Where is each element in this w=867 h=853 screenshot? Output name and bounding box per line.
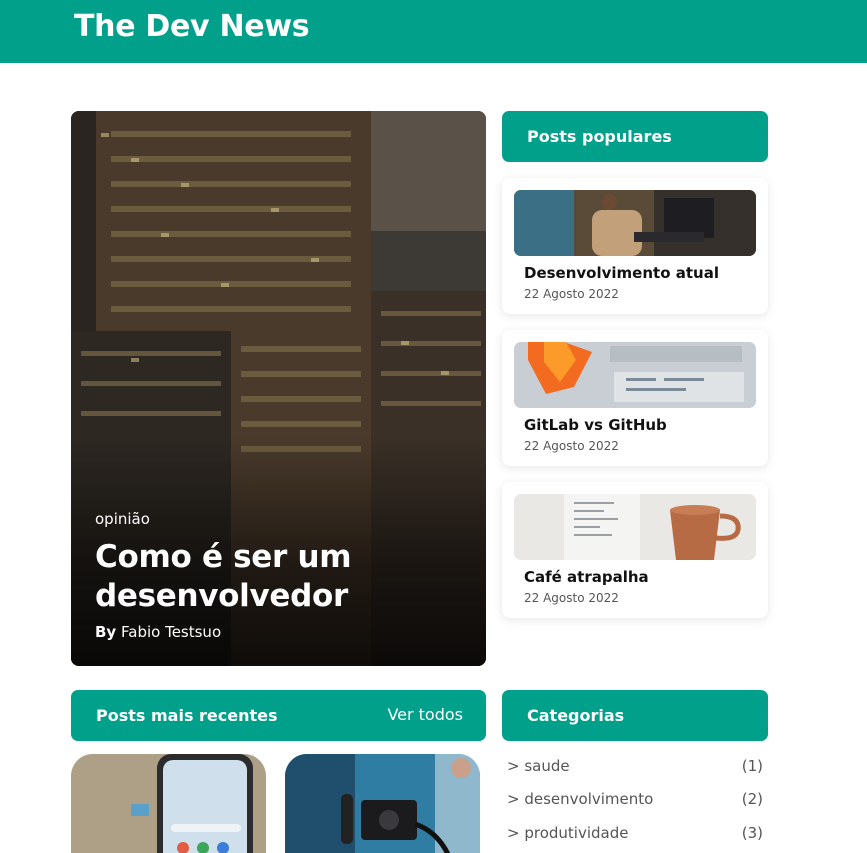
popular-posts-header: Posts populares [502,111,768,162]
person-at-laptop-photo [514,190,756,256]
featured-post-title[interactable]: Como é ser um desenvolvedor [95,538,455,616]
featured-post-category[interactable]: opinião [95,510,150,528]
featured-post-byline: By Fabio Testsuo [95,623,221,641]
popular-post-card[interactable]: Desenvolvimento atual 22 Agosto 2022 [502,178,768,314]
categories-header: Categorias [502,690,768,741]
featured-post-author[interactable]: Fabio Testsuo [121,623,221,641]
popular-post-title[interactable]: GitLab vs GitHub [524,416,667,434]
recent-posts-heading: Posts mais recentes [96,706,278,725]
category-count: (3) [741,824,763,842]
popular-post-title[interactable]: Café atrapalha [524,568,649,586]
categories-heading: Categorias [527,706,625,725]
popular-post-title[interactable]: Desenvolvimento atual [524,264,719,282]
see-all-link[interactable]: Ver todos [387,705,463,724]
recent-posts-header: Posts mais recentes Ver todos [71,690,486,741]
category-count: (1) [741,757,763,775]
category-item[interactable]: > desenvolvimento (2) [507,790,765,812]
popular-post-date: 22 Agosto 2022 [524,591,619,605]
category-name[interactable]: > desenvolvimento [507,790,653,808]
category-name[interactable]: > produtividade [507,824,628,842]
popular-post-card[interactable]: Café atrapalha 22 Agosto 2022 [502,482,768,618]
category-item[interactable]: > saude (1) [507,757,765,779]
camera-gimbal-photo[interactable] [285,754,480,853]
category-name[interactable]: > saude [507,757,570,775]
featured-post-card[interactable]: opinião Como é ser um desenvolvedor By F… [71,111,486,666]
popular-post-date: 22 Agosto 2022 [524,287,619,301]
smartphone-photo[interactable] [71,754,266,853]
popular-post-card[interactable]: GitLab vs GitHub 22 Agosto 2022 [502,330,768,466]
category-item[interactable]: > produtividade (3) [507,824,765,846]
coffee-cup-photo [514,494,756,560]
site-header: The Dev News [0,0,867,63]
gitlab-logo-photo [514,342,756,408]
site-logo-text[interactable]: The Dev News [74,9,310,44]
category-count: (2) [741,790,763,808]
byline-prefix: By [95,623,117,641]
popular-post-date: 22 Agosto 2022 [524,439,619,453]
popular-posts-heading: Posts populares [527,127,672,146]
